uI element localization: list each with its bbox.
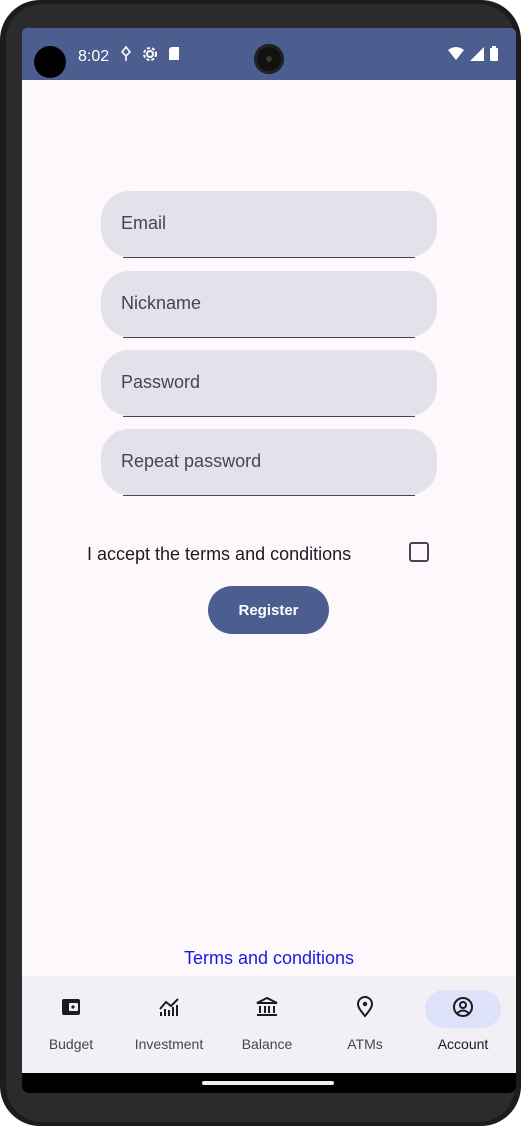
bottom-navigation: Budget Investment Balance ATMs Account: [22, 976, 516, 1073]
email-field-underline: [123, 256, 415, 258]
nav-label-budget: Budget: [48, 1036, 94, 1052]
nickname-field-underline: [123, 336, 415, 338]
status-time: 8:02: [78, 48, 110, 65]
screen: 8:02 Email Nickname Password Repeat pass…: [22, 28, 516, 1093]
battery-icon: [490, 46, 498, 61]
location-icon: [120, 45, 132, 66]
repeat-password-field[interactable]: Repeat password: [101, 429, 437, 496]
nav-item-investment[interactable]: Investment: [120, 976, 218, 1073]
location-pin-icon: [356, 995, 374, 1023]
nav-item-balance[interactable]: Balance: [218, 976, 316, 1073]
nav-label-account: Account: [437, 1036, 489, 1052]
nav-active-indicator: [425, 990, 501, 1028]
password-field-label: Password: [121, 372, 201, 392]
nav-icon-container: [229, 990, 305, 1028]
status-notification-icons: [120, 45, 180, 66]
terms-checkbox-label: I accept the terms and conditions: [87, 544, 352, 564]
nav-item-budget[interactable]: Budget: [22, 976, 120, 1073]
wifi-icon: [448, 46, 464, 61]
camera-cutout: [34, 46, 66, 78]
terms-acceptance-row: I accept the terms and conditions: [87, 540, 437, 570]
password-field-underline: [123, 415, 415, 417]
repeat-password-field-underline: [123, 494, 415, 496]
status-bar: 8:02: [22, 28, 516, 80]
bank-icon: [255, 996, 279, 1023]
password-field[interactable]: Password: [101, 350, 437, 417]
nav-icon-container: [327, 990, 403, 1028]
front-camera: [254, 44, 284, 74]
gesture-navigation-area: [22, 1073, 516, 1093]
terms-checkbox[interactable]: [409, 542, 429, 562]
signal-icon: [470, 46, 484, 61]
nickname-field[interactable]: Nickname: [101, 271, 437, 338]
repeat-password-field-label: Repeat password: [121, 451, 262, 471]
account-circle-icon: [452, 996, 474, 1023]
nav-label-balance: Balance: [241, 1036, 293, 1052]
nav-item-atms[interactable]: ATMs: [316, 976, 414, 1073]
status-system-icons: [448, 46, 498, 61]
nav-label-atms: ATMs: [347, 1036, 383, 1052]
nav-icon-container: [131, 990, 207, 1028]
register-button[interactable]: Register: [208, 586, 329, 634]
email-field-label: Email: [121, 213, 167, 233]
nav-icon-container: [33, 990, 109, 1028]
terms-and-conditions-link[interactable]: Terms and conditions: [22, 948, 516, 969]
nav-label-investment: Investment: [134, 1036, 204, 1052]
device-frame: 8:02 Email Nickname Password Repeat pass…: [0, 0, 521, 1126]
wallet-icon: [60, 997, 82, 1022]
chart-icon: [158, 997, 180, 1022]
email-field[interactable]: Email: [101, 191, 437, 258]
settings-icon: [142, 46, 158, 66]
sd-card-icon: [168, 46, 180, 66]
register-form: Email Nickname Password Repeat password …: [22, 80, 516, 976]
home-gesture-bar[interactable]: [202, 1081, 334, 1085]
nickname-field-label: Nickname: [121, 293, 202, 313]
nav-item-account[interactable]: Account: [414, 976, 512, 1073]
